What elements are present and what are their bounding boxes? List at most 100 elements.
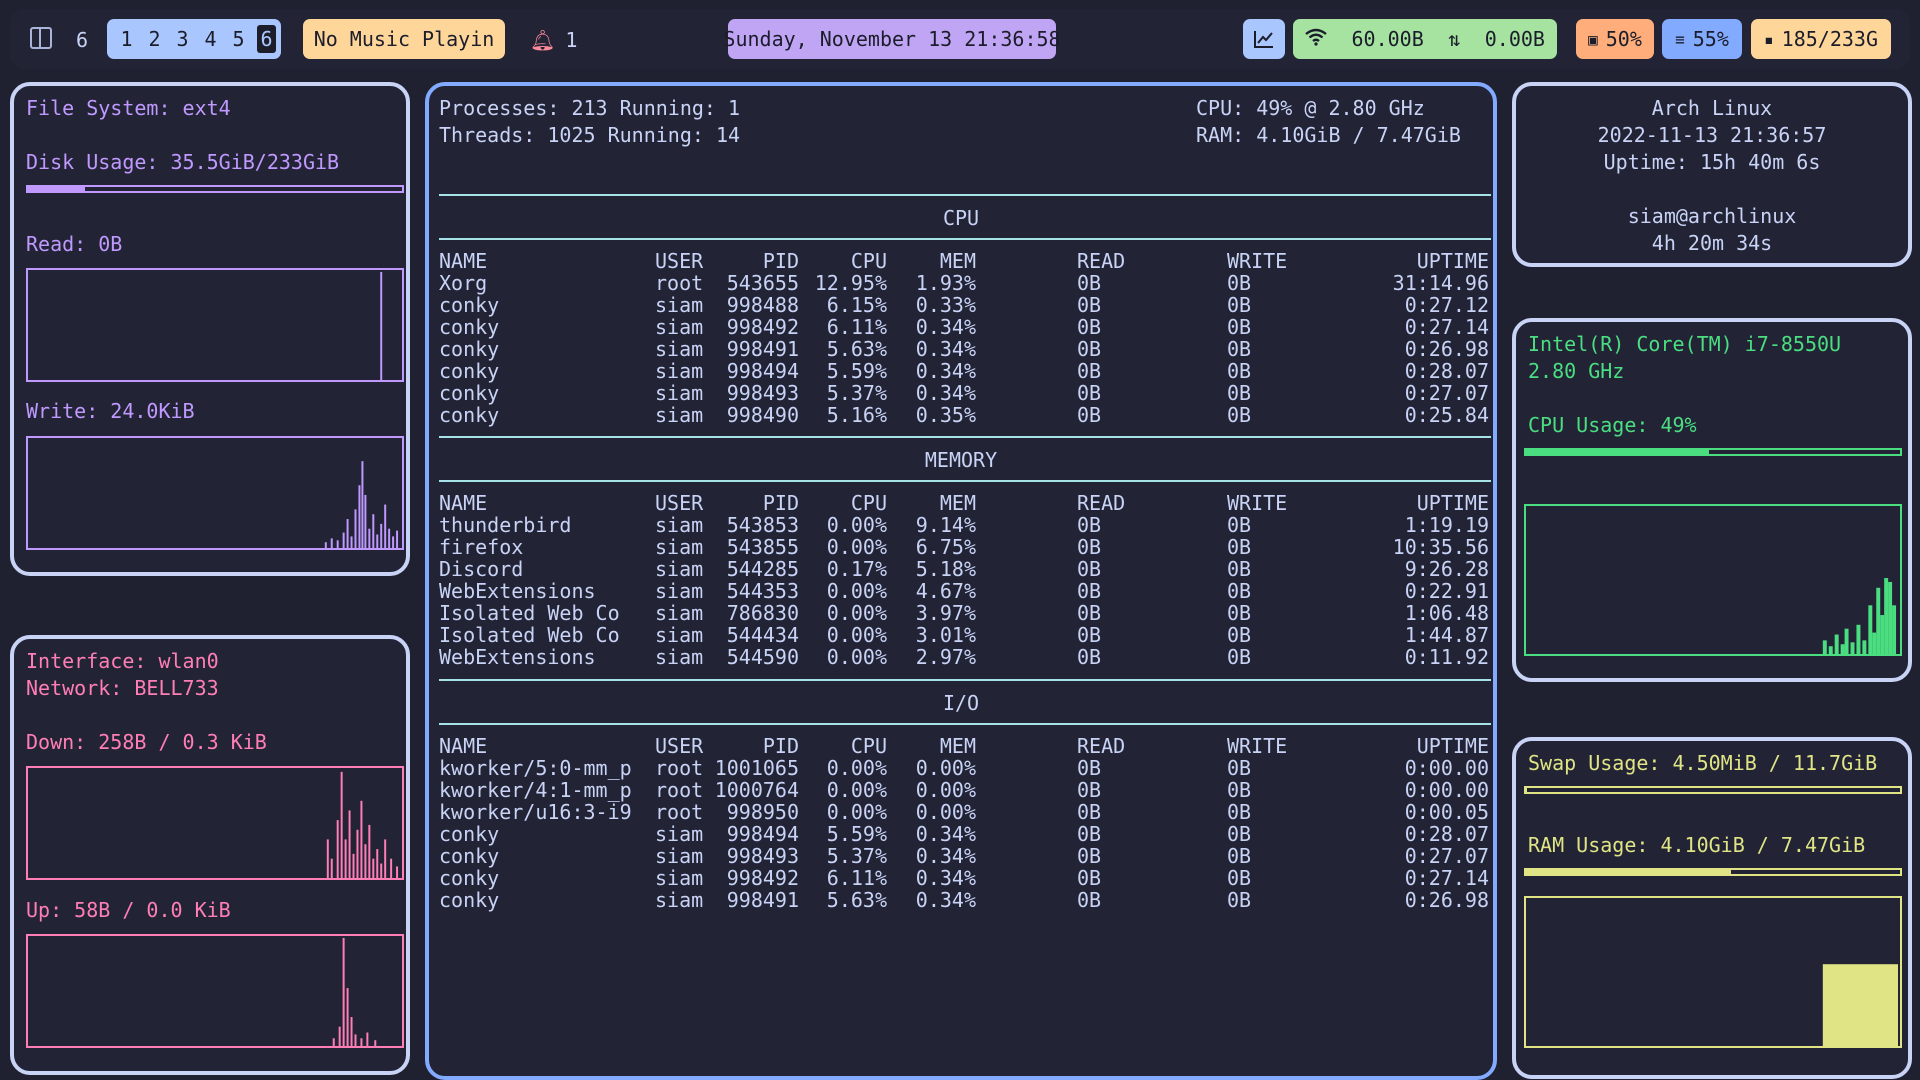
section-divider <box>439 238 1491 240</box>
cell-user: siam <box>655 315 704 339</box>
column-header-write[interactable]: WRITE <box>1227 491 1287 515</box>
music-widget[interactable]: No Music Playin <box>303 19 505 59</box>
column-header-user[interactable]: USER <box>655 734 703 758</box>
cell-read: 0B <box>1077 756 1102 780</box>
network-interface: Interface: wlan0 <box>26 649 219 673</box>
cell-read: 0B <box>1077 800 1102 824</box>
swap-usage-text: Swap Usage: 4.50MiB / 11.7GiB <box>1528 751 1878 775</box>
column-header-write[interactable]: WRITE <box>1227 734 1287 758</box>
workspace-5[interactable]: 5 <box>229 27 248 51</box>
cell-read: 0B <box>1077 315 1102 339</box>
monitor-chart-button[interactable] <box>1243 19 1285 59</box>
cell-read: 0B <box>1077 579 1102 603</box>
workspace-2[interactable]: 2 <box>145 27 164 51</box>
table-row[interactable]: conky siam 998491 5.63% 0.34% 0B 0B 0:26.98 <box>439 888 1489 914</box>
cell-pid: 544590 <box>726 645 799 669</box>
cell-pid: 998494 <box>726 359 799 383</box>
table-row[interactable]: conky siam 998490 5.16% 0.35% 0B 0B 0:25.84 <box>439 403 1489 429</box>
disk-widget[interactable]: ▪ 185/233G <box>1751 19 1891 59</box>
disk-usage-text: Disk Usage: 35.5GiB/233GiB <box>26 150 340 174</box>
graph-sample <box>396 866 399 878</box>
graph-sample <box>1822 640 1827 654</box>
workspace-3[interactable]: 3 <box>173 27 192 51</box>
graph-sample <box>1840 644 1845 654</box>
cell-cpu: 0.00% <box>826 513 887 537</box>
column-header-pid[interactable]: PID <box>763 491 799 515</box>
ram-summary: RAM: 4.10GiB / 7.47GiB <box>1196 123 1461 147</box>
column-header-cpu[interactable]: CPU <box>851 734 887 758</box>
table-row[interactable]: WebExtensions siam 544590 0.00% 2.97% 0B 0B 0:1… <box>439 645 1489 671</box>
cell-user: siam <box>655 381 704 405</box>
graph-sample <box>361 461 364 548</box>
cell-cpu: 0.00% <box>826 579 887 603</box>
cell-name: firefox <box>439 535 524 559</box>
cell-cpu: 0.00% <box>826 601 887 625</box>
graph-sample <box>368 824 371 878</box>
column-header-uptime[interactable]: UPTIME <box>1417 491 1489 515</box>
section-title-memory: MEMORY <box>924 448 998 472</box>
section-divider <box>439 679 1491 681</box>
notification-widget[interactable]: 🔔︎ 1 <box>530 28 577 52</box>
network-widget[interactable]: 60.00B ⇅ 0.00B <box>1293 19 1557 59</box>
column-header-read[interactable]: READ <box>1077 734 1125 758</box>
cell-cpu: 6.11% <box>826 866 887 890</box>
cell-pid: 998490 <box>726 403 799 427</box>
column-header-read[interactable]: READ <box>1077 249 1125 273</box>
cell-mem: 0.34% <box>915 888 976 912</box>
cell-user: siam <box>655 337 704 361</box>
graph-sample <box>356 829 359 878</box>
cell-read: 0B <box>1077 645 1102 669</box>
graph-sample <box>350 536 353 548</box>
graph-sample <box>380 271 383 380</box>
cell-mem: 0.34% <box>915 359 976 383</box>
column-header-mem[interactable]: MEM <box>940 249 976 273</box>
graph-sample <box>1856 624 1861 654</box>
column-header-uptime[interactable]: UPTIME <box>1417 734 1489 758</box>
column-header-name[interactable]: NAME <box>439 491 487 515</box>
filesystem-panel: File System: ext4 Disk Usage: 35.5GiB/23… <box>10 82 410 576</box>
cell-name: thunderbird <box>439 513 572 537</box>
process-count: Processes: 213 Running: 1 <box>439 96 741 120</box>
graph-sample <box>336 540 339 548</box>
cell-mem: 3.97% <box>915 601 976 625</box>
column-header-write[interactable]: WRITE <box>1227 249 1287 273</box>
disk-read-text: Read: 0B <box>26 232 123 256</box>
cell-read: 0B <box>1077 271 1102 295</box>
column-header-pid[interactable]: PID <box>763 249 799 273</box>
ram-usage-bar <box>1524 868 1902 876</box>
column-header-mem[interactable]: MEM <box>940 734 976 758</box>
column-header-mem[interactable]: MEM <box>940 491 976 515</box>
ram-usage-graph <box>1524 896 1902 1048</box>
workspace-4[interactable]: 4 <box>201 27 220 51</box>
cell-mem: 9.14% <box>915 513 976 537</box>
graph-sample <box>330 538 333 548</box>
column-header-user[interactable]: USER <box>655 249 703 273</box>
workspace-1[interactable]: 1 <box>117 27 136 51</box>
column-header-pid[interactable]: PID <box>763 734 799 758</box>
column-header-user[interactable]: USER <box>655 491 703 515</box>
layout-split-icon[interactable] <box>30 27 52 49</box>
column-header-name[interactable]: NAME <box>439 734 487 758</box>
column-header-uptime[interactable]: UPTIME <box>1417 249 1489 273</box>
column-header-read[interactable]: READ <box>1077 491 1125 515</box>
memory-widget[interactable]: ≡ 55% <box>1662 19 1742 59</box>
graph-sample <box>388 528 391 548</box>
column-header-cpu[interactable]: CPU <box>851 491 887 515</box>
database-icon: ≡ <box>1675 29 1685 49</box>
graph-sample <box>350 1017 353 1046</box>
cell-cpu: 6.11% <box>826 315 887 339</box>
cell-uptime: 0:27.14 <box>1404 315 1489 339</box>
cell-uptime: 0:26.98 <box>1404 337 1489 361</box>
cell-name: conky <box>439 381 500 405</box>
cell-read: 0B <box>1077 623 1102 647</box>
cpu-widget[interactable]: ▣ 50% <box>1576 19 1654 59</box>
graph-sample <box>384 839 387 878</box>
cell-pid: 998491 <box>726 888 799 912</box>
column-header-cpu[interactable]: CPU <box>851 249 887 273</box>
cell-uptime: 1:06.48 <box>1404 601 1489 625</box>
column-header-name[interactable]: NAME <box>439 249 487 273</box>
cell-cpu: 0.17% <box>826 557 887 581</box>
system-info-panel: Arch Linux 2022-11-13 21:36:57 Uptime: 1… <box>1512 82 1912 267</box>
workspace-6[interactable]: 6 <box>257 25 276 53</box>
clock[interactable]: Sunday, November 13 21:36:58 <box>723 19 1061 59</box>
